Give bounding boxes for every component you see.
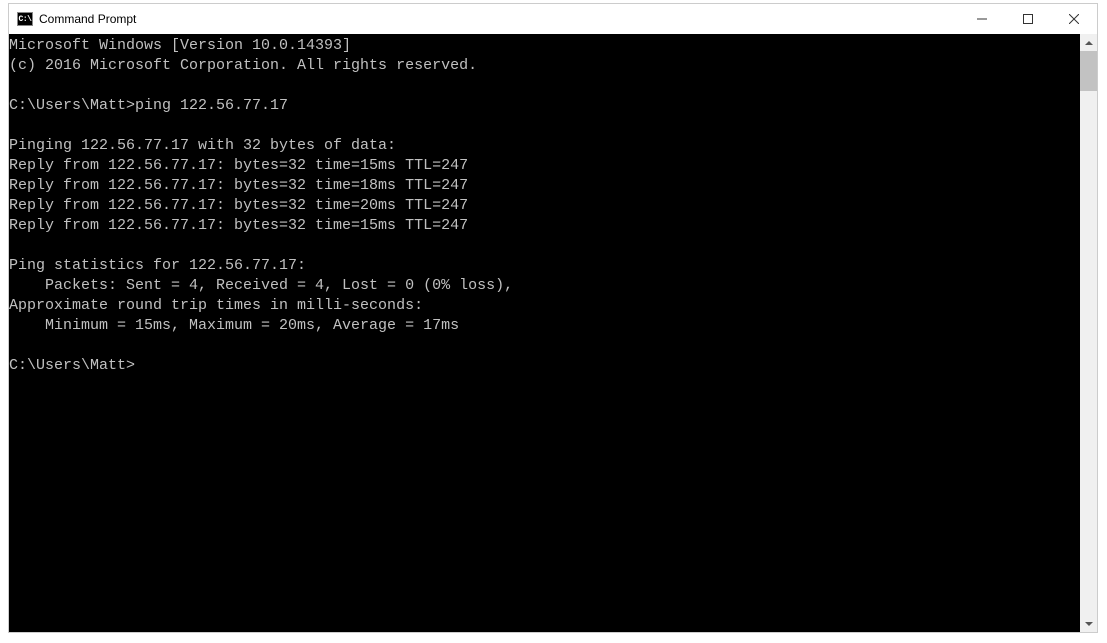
minimize-icon bbox=[977, 14, 987, 24]
chevron-down-icon bbox=[1085, 622, 1093, 626]
titlebar[interactable]: C:\ Command Prompt bbox=[9, 4, 1097, 34]
window-title: Command Prompt bbox=[39, 12, 136, 26]
command-prompt-icon: C:\ bbox=[17, 12, 33, 26]
terminal-output[interactable]: Microsoft Windows [Version 10.0.14393] (… bbox=[9, 34, 1080, 632]
maximize-icon bbox=[1023, 14, 1033, 24]
close-button[interactable] bbox=[1051, 4, 1097, 34]
vertical-scrollbar[interactable] bbox=[1080, 34, 1097, 632]
scroll-thumb[interactable] bbox=[1080, 51, 1097, 91]
window-controls bbox=[959, 4, 1097, 34]
chevron-up-icon bbox=[1085, 41, 1093, 45]
command-prompt-window: C:\ Command Prompt Microsoft Windows [Ve… bbox=[8, 3, 1098, 633]
maximize-button[interactable] bbox=[1005, 4, 1051, 34]
scroll-down-button[interactable] bbox=[1080, 615, 1097, 632]
minimize-button[interactable] bbox=[959, 4, 1005, 34]
scroll-up-button[interactable] bbox=[1080, 34, 1097, 51]
terminal-area: Microsoft Windows [Version 10.0.14393] (… bbox=[9, 34, 1097, 632]
close-icon bbox=[1069, 14, 1079, 24]
